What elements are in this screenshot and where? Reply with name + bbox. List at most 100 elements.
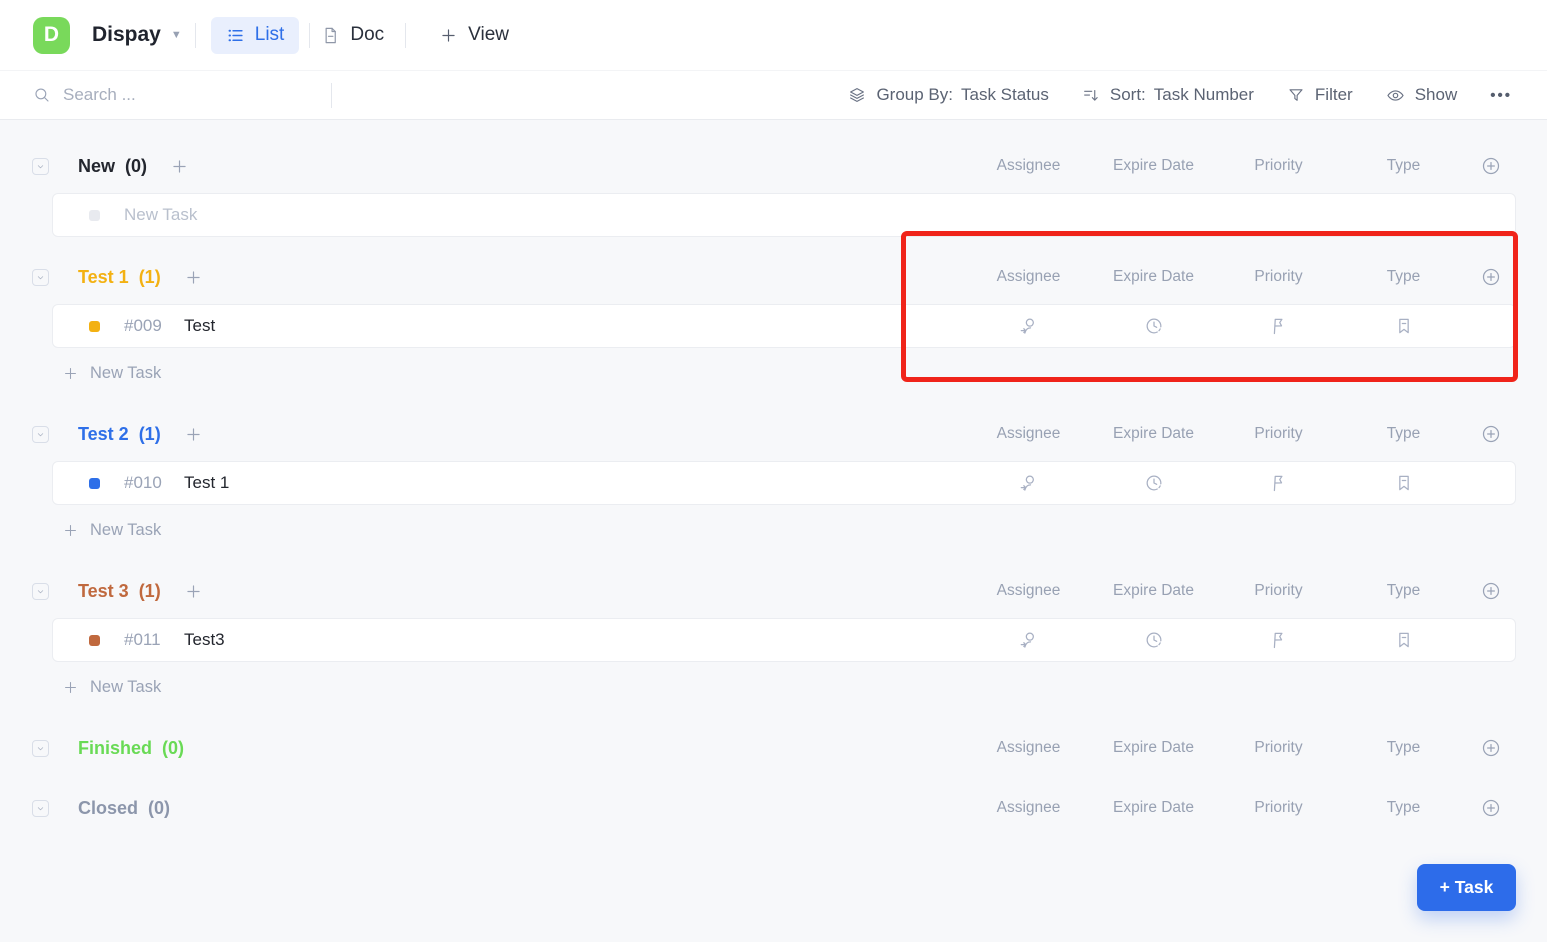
divider <box>405 22 407 48</box>
priority-cell[interactable] <box>1216 473 1341 493</box>
task-row-cells <box>966 462 1516 504</box>
plus-circle-icon <box>1481 156 1501 176</box>
group-name[interactable]: Closed <box>78 798 138 819</box>
collapse-group-button[interactable] <box>32 425 49 443</box>
add-column-button[interactable] <box>1466 267 1516 287</box>
column-header-priority[interactable]: Priority <box>1254 157 1302 175</box>
add-column-button[interactable] <box>1466 424 1516 444</box>
column-header-expire-date[interactable]: Expire Date <box>1113 739 1194 757</box>
task-group-finished: Finished (0) Assignee Expire Date Priori… <box>31 734 1516 762</box>
project-logo[interactable]: D <box>33 16 70 54</box>
column-header-assignee[interactable]: Assignee <box>997 739 1061 757</box>
column-header-type[interactable]: Type <box>1387 739 1421 757</box>
add-column-button[interactable] <box>1466 581 1516 601</box>
collapse-group-button[interactable] <box>32 582 49 600</box>
type-cell[interactable] <box>1341 473 1466 493</box>
search-input[interactable] <box>63 85 293 105</box>
bookmark-icon <box>1394 473 1414 493</box>
assignee-cell[interactable] <box>966 630 1091 650</box>
add-task-button[interactable]: + Task <box>1417 864 1516 911</box>
search-box[interactable] <box>33 85 331 105</box>
group-count: (0) <box>125 155 148 176</box>
add-task-to-group-button[interactable] <box>184 582 203 601</box>
column-header-type[interactable]: Type <box>1387 425 1421 443</box>
task-title[interactable]: Test3 <box>184 630 225 650</box>
column-header-expire-date[interactable]: Expire Date <box>1113 425 1194 443</box>
add-column-button[interactable] <box>1466 798 1516 818</box>
column-headers: Assignee Expire Date Priority Type <box>966 798 1516 818</box>
sort-button[interactable]: Sort: Task Number <box>1082 85 1254 105</box>
expire-date-cell[interactable] <box>1091 316 1216 336</box>
show-button[interactable]: Show <box>1386 85 1457 105</box>
add-task-to-group-button[interactable] <box>170 157 189 176</box>
column-header-priority[interactable]: Priority <box>1254 739 1302 757</box>
type-cell[interactable] <box>1341 630 1466 650</box>
type-cell[interactable] <box>1341 316 1466 336</box>
add-view-button[interactable]: View <box>439 24 509 46</box>
add-task-to-group-button[interactable] <box>184 425 203 444</box>
assignee-add-icon <box>1019 473 1039 493</box>
expire-date-cell[interactable] <box>1091 473 1216 493</box>
clock-icon <box>1144 316 1164 336</box>
collapse-group-button[interactable] <box>32 157 49 175</box>
group-name[interactable]: Test 2 <box>78 424 129 445</box>
collapse-group-button[interactable] <box>32 268 49 286</box>
more-options-button[interactable]: ••• <box>1490 87 1512 104</box>
task-row[interactable]: #011 Test3 <box>52 618 1516 662</box>
column-header-assignee[interactable]: Assignee <box>997 157 1061 175</box>
plus-circle-icon <box>1481 738 1501 758</box>
task-title[interactable]: Test <box>184 316 215 336</box>
task-row[interactable]: #009 Test <box>52 304 1516 348</box>
group-name[interactable]: Finished <box>78 738 152 759</box>
add-column-button[interactable] <box>1466 156 1516 176</box>
column-header-type[interactable]: Type <box>1387 582 1421 600</box>
column-header-assignee[interactable]: Assignee <box>997 425 1061 443</box>
column-header-expire-date[interactable]: Expire Date <box>1113 157 1194 175</box>
column-header-assignee[interactable]: Assignee <box>997 268 1061 286</box>
plus-icon <box>170 157 189 176</box>
column-header-priority[interactable]: Priority <box>1254 799 1302 817</box>
group-name[interactable]: Test 1 <box>78 267 129 288</box>
collapse-group-button[interactable] <box>32 799 49 817</box>
task-row[interactable]: #010 Test 1 <box>52 461 1516 505</box>
group-name[interactable]: New <box>78 156 115 177</box>
plus-icon <box>62 522 79 539</box>
tab-doc[interactable]: Doc <box>321 24 384 46</box>
tab-doc-label: Doc <box>350 24 385 45</box>
group-name[interactable]: Test 3 <box>78 581 129 602</box>
new-task-inline-row[interactable]: New Task <box>52 193 1516 237</box>
column-header-type[interactable]: Type <box>1387 157 1421 175</box>
column-header-priority[interactable]: Priority <box>1254 425 1302 443</box>
add-task-to-group-button[interactable] <box>184 268 203 287</box>
assignee-cell[interactable] <box>966 316 1091 336</box>
column-header-expire-date[interactable]: Expire Date <box>1113 268 1194 286</box>
task-number: #010 <box>124 473 162 492</box>
flag-icon <box>1269 630 1289 650</box>
task-status-dot <box>89 320 100 332</box>
new-task-link[interactable]: New Task <box>62 519 161 541</box>
column-header-type[interactable]: Type <box>1387 268 1421 286</box>
list-icon <box>226 26 245 45</box>
column-header-priority[interactable]: Priority <box>1254 582 1302 600</box>
task-status-dot <box>89 477 100 489</box>
column-header-assignee[interactable]: Assignee <box>997 582 1061 600</box>
new-task-link[interactable]: New Task <box>62 676 161 698</box>
column-header-assignee[interactable]: Assignee <box>997 799 1061 817</box>
column-header-expire-date[interactable]: Expire Date <box>1113 582 1194 600</box>
group-by-button[interactable]: Group By: Task Status <box>848 85 1049 105</box>
priority-cell[interactable] <box>1216 630 1341 650</box>
column-header-type[interactable]: Type <box>1387 799 1421 817</box>
chevron-down-icon <box>35 803 46 814</box>
new-task-link[interactable]: New Task <box>62 362 161 384</box>
add-column-button[interactable] <box>1466 738 1516 758</box>
assignee-cell[interactable] <box>966 473 1091 493</box>
expire-date-cell[interactable] <box>1091 630 1216 650</box>
task-title[interactable]: Test 1 <box>184 473 229 493</box>
tab-list[interactable]: List <box>210 16 300 54</box>
filter-button[interactable]: Filter <box>1287 85 1353 105</box>
column-header-expire-date[interactable]: Expire Date <box>1113 799 1194 817</box>
priority-cell[interactable] <box>1216 316 1341 336</box>
collapse-group-button[interactable] <box>32 739 49 757</box>
project-switcher[interactable]: Dispay ▼ <box>92 23 182 47</box>
column-header-priority[interactable]: Priority <box>1254 268 1302 286</box>
